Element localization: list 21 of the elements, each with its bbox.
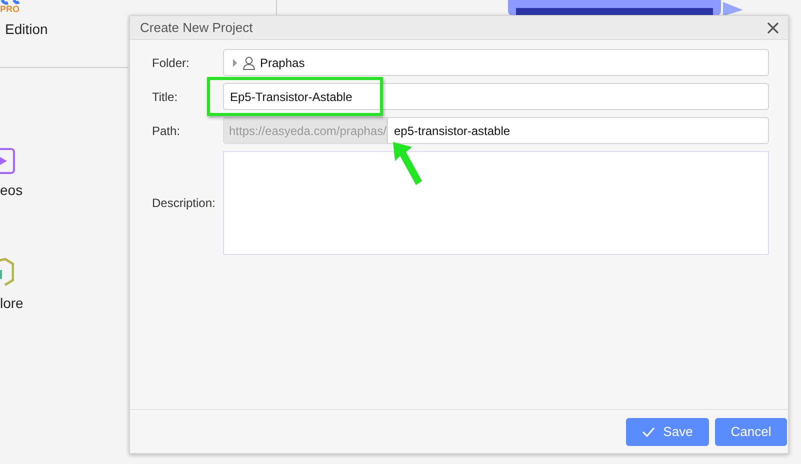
field-label: Title:	[152, 90, 179, 104]
user-icon	[242, 56, 256, 70]
folder-field[interactable]: Praphas	[223, 49, 769, 76]
path-field[interactable]: ep5-transistor-astable	[387, 117, 769, 144]
field-label: Folder:	[152, 56, 190, 70]
dialog-title: Create New Project	[140, 20, 253, 35]
path-prefix: https://easyeda.com/praphas/	[223, 117, 387, 144]
field-label: Description:	[152, 196, 216, 210]
check-icon	[642, 426, 656, 436]
field-label: Path:	[152, 124, 182, 138]
description-field[interactable]	[223, 151, 769, 255]
close-button[interactable]	[766, 20, 780, 34]
nav-label[interactable]: lore	[0, 295, 24, 311]
play-icon	[0, 148, 15, 174]
pro-label: PRO	[0, 5, 20, 14]
title-field[interactable]: Ep5-Transistor-Astable	[223, 83, 769, 110]
edition-label: Edition	[5, 21, 49, 37]
expand-icon[interactable]	[232, 58, 238, 66]
hexagon-icon	[0, 258, 14, 287]
pointer-arrow	[392, 141, 424, 187]
nav-label[interactable]: eos	[0, 182, 23, 198]
